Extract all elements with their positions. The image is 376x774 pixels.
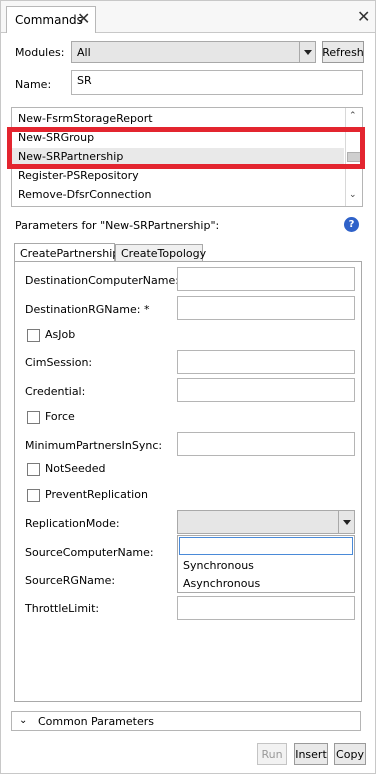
help-icon[interactable]: ? bbox=[344, 217, 359, 232]
destination-computer-name-input[interactable] bbox=[177, 267, 355, 291]
destination-rg-name-label: DestinationRGName: * bbox=[25, 303, 150, 316]
refresh-button[interactable]: Refresh bbox=[322, 41, 364, 63]
name-input-value: SR bbox=[77, 74, 92, 87]
prevent-replication-checkbox[interactable] bbox=[27, 489, 40, 502]
prevent-replication-label: PreventReplication bbox=[45, 488, 148, 501]
parameters-heading: Parameters for "New-SRPartnership": bbox=[15, 219, 220, 232]
throttle-limit-label: ThrottleLimit: bbox=[25, 602, 100, 615]
chevron-down-icon: ⌄ bbox=[19, 715, 28, 726]
minimum-partners-in-sync-label: MinimumPartnersInSync: bbox=[25, 439, 163, 452]
modules-value: All bbox=[77, 46, 91, 59]
list-scrollbar[interactable]: ⌃ ⌄ bbox=[345, 108, 362, 206]
modules-label: Modules: bbox=[15, 46, 65, 59]
list-item[interactable]: New-SRGroup bbox=[18, 129, 94, 147]
destination-rg-name-input[interactable] bbox=[177, 296, 355, 320]
dropdown-option-empty[interactable] bbox=[179, 537, 353, 555]
command-list: New-FsrmStorageReport New-SRGroup New-SR… bbox=[11, 107, 363, 207]
not-seeded-label: NotSeeded bbox=[45, 462, 106, 475]
cim-session-label: CimSession: bbox=[25, 356, 93, 369]
destination-computer-name-label: DestinationComputerName: * bbox=[25, 274, 188, 287]
run-button[interactable]: Run bbox=[257, 743, 287, 765]
list-item[interactable]: Remove-DfsrConnection bbox=[18, 186, 151, 204]
replication-mode-options: Synchronous Asynchronous bbox=[177, 535, 355, 593]
force-label: Force bbox=[45, 410, 75, 423]
force-checkbox[interactable] bbox=[27, 411, 40, 424]
close-pane-icon[interactable]: ✕ bbox=[357, 8, 370, 26]
name-label: Name: bbox=[15, 78, 52, 91]
copy-button[interactable]: Copy bbox=[334, 743, 366, 765]
not-seeded-checkbox[interactable] bbox=[27, 463, 40, 476]
tab-bar: Commands ✕ ✕ bbox=[1, 1, 375, 33]
cim-session-input[interactable] bbox=[177, 350, 355, 374]
scrollbar-thumb[interactable] bbox=[347, 152, 361, 162]
insert-button[interactable]: Insert bbox=[294, 743, 328, 765]
as-job-label: AsJob bbox=[45, 328, 76, 341]
tab-create-partnership[interactable]: CreatePartnership bbox=[14, 243, 119, 262]
dropdown-option-synchronous[interactable]: Synchronous bbox=[183, 559, 254, 572]
commands-pane: Commands ✕ ✕ Modules: All Refresh Name: … bbox=[0, 0, 376, 774]
name-input[interactable]: SR bbox=[71, 70, 363, 95]
tab-commands-label: Commands bbox=[15, 13, 83, 27]
source-rg-name-label: SourceRGName: bbox=[25, 574, 116, 587]
scroll-up-icon[interactable]: ⌃ bbox=[349, 111, 357, 121]
throttle-limit-input[interactable] bbox=[177, 596, 355, 620]
credential-input[interactable] bbox=[177, 378, 355, 402]
replication-mode-label: ReplicationMode: bbox=[25, 517, 120, 530]
common-parameters-label: Common Parameters bbox=[38, 715, 154, 728]
list-item[interactable]: New-FsrmStorageReport bbox=[18, 110, 153, 128]
list-item-selected[interactable]: New-SRPartnership bbox=[12, 148, 344, 166]
chevron-down-icon[interactable] bbox=[338, 511, 354, 533]
tab-create-topology[interactable]: CreateTopology bbox=[115, 244, 206, 262]
dropdown-option-asynchronous[interactable]: Asynchronous bbox=[183, 577, 260, 590]
tab-commands[interactable]: Commands ✕ bbox=[6, 6, 96, 33]
replication-mode-dropdown[interactable] bbox=[177, 510, 355, 534]
common-parameters-expander[interactable]: ⌄ Common Parameters bbox=[11, 711, 361, 731]
scroll-down-icon[interactable]: ⌄ bbox=[349, 190, 357, 200]
credential-label: Credential: bbox=[25, 385, 86, 398]
minimum-partners-in-sync-input[interactable] bbox=[177, 432, 355, 456]
source-computer-name-label: SourceComputerName: bbox=[25, 546, 154, 559]
modules-dropdown[interactable]: All bbox=[71, 41, 316, 63]
close-tab-icon[interactable]: ✕ bbox=[77, 10, 90, 28]
list-item[interactable]: Register-PSRepository bbox=[18, 167, 139, 185]
as-job-checkbox[interactable] bbox=[27, 329, 40, 342]
chevron-down-icon[interactable] bbox=[299, 42, 315, 62]
